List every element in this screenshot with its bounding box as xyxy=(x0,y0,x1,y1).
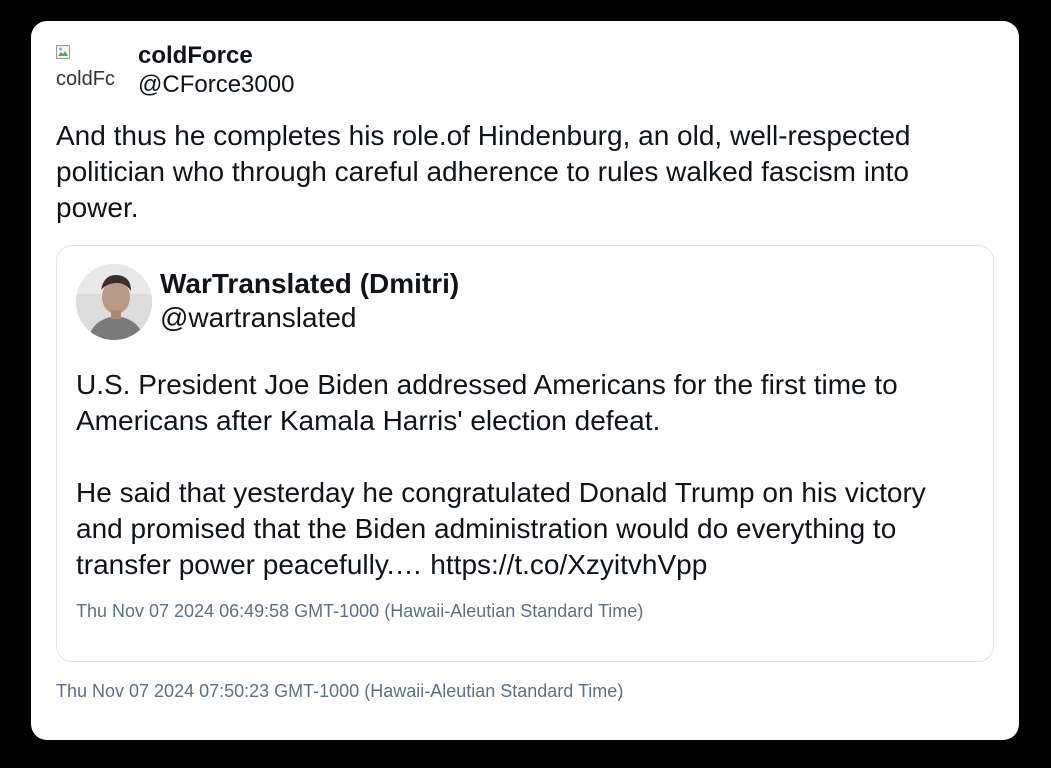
tweet-text: And thus he completes his role.of Hinden… xyxy=(56,120,911,223)
tweet-card: coldFc coldForce @CForce3000 And thus he… xyxy=(31,21,1019,740)
author-handle[interactable]: @CForce3000 xyxy=(138,71,294,99)
quoted-author-handle[interactable]: @wartranslated xyxy=(160,301,459,335)
quoted-author-display-name[interactable]: WarTranslated (Dmitri) xyxy=(160,267,459,301)
quoted-tweet-timestamp: Thu Nov 07 2024 06:49:58 GMT-1000 (Hawai… xyxy=(76,601,644,621)
tweet-timestamp: Thu Nov 07 2024 07:50:23 GMT-1000 (Hawai… xyxy=(56,681,624,701)
author-names: coldForce @CForce3000 xyxy=(138,41,294,99)
quoted-tweet-text: U.S. President Joe Biden addressed Ameri… xyxy=(76,367,976,583)
broken-image-icon xyxy=(56,45,70,59)
quoted-author-names: WarTranslated (Dmitri) @wartranslated xyxy=(160,267,459,335)
quoted-tweet-paragraph: U.S. President Joe Biden addressed Ameri… xyxy=(76,369,898,436)
tweet-header: coldFc coldForce @CForce3000 xyxy=(56,42,294,98)
quoted-tweet-paragraph: He said that yesterday he congratulated … xyxy=(76,477,926,580)
author-display-name[interactable]: coldForce xyxy=(138,41,294,71)
quoted-author-avatar[interactable] xyxy=(76,264,152,340)
person-avatar-icon xyxy=(76,264,152,340)
quoted-tweet[interactable]: WarTranslated (Dmitri) @wartranslated U.… xyxy=(56,245,994,662)
quoted-tweet-header: WarTranslated (Dmitri) @wartranslated xyxy=(76,264,459,340)
author-avatar[interactable]: coldFc xyxy=(56,43,128,91)
avatar-alt-text: coldFc xyxy=(56,68,115,90)
